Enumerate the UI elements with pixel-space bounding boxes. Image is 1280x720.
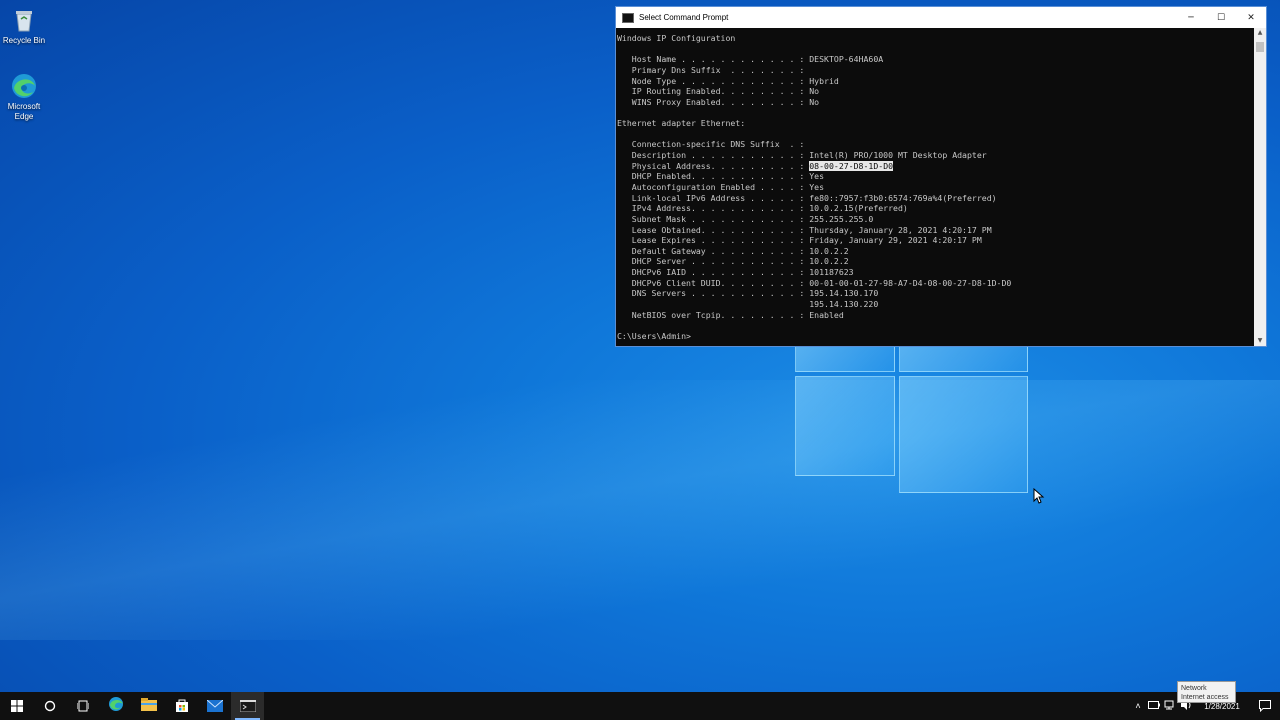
console-line: Ethernet adapter Ethernet: [617, 118, 746, 129]
mail-icon [206, 697, 223, 716]
console-line: DHCP Enabled. . . . . . . . . . . : Yes [617, 171, 825, 182]
scroll-up-icon[interactable]: ▲ [1254, 28, 1266, 38]
edge-icon [10, 72, 38, 100]
network-tooltip: Network Internet access [1177, 681, 1236, 703]
action-center-icon[interactable] [1250, 700, 1280, 712]
console-line: NetBIOS over Tcpip. . . . . . . . : Enab… [617, 309, 844, 320]
taskbar-file-explorer-button[interactable] [132, 692, 165, 720]
console-line: Subnet Mask . . . . . . . . . . . : 255.… [617, 213, 874, 224]
scrollbar-thumb[interactable] [1256, 42, 1264, 52]
console-line: Lease Obtained. . . . . . . . . . : Thur… [617, 224, 992, 235]
console-line: Windows IP Configuration [617, 33, 736, 43]
console-line: Autoconfiguration Enabled . . . . : Yes [617, 181, 825, 192]
network-icon[interactable] [1162, 700, 1178, 712]
command-prompt-window[interactable]: Select Command Prompt ─ ☐ ✕ Windows IP C… [615, 6, 1267, 347]
console-line: Node Type . . . . . . . . . . . . : Hybr… [617, 75, 839, 86]
console-line: Connection-specific DNS Suffix . : [617, 139, 805, 150]
tooltip-status: Internet access [1181, 694, 1229, 701]
window-title: Select Command Prompt [639, 13, 729, 22]
console-line: Host Name . . . . . . . . . . . . : DESK… [617, 54, 884, 65]
vertical-scrollbar[interactable]: ▲ ▼ [1254, 28, 1266, 346]
folder-icon [140, 697, 157, 716]
minimize-button[interactable]: ─ [1176, 7, 1206, 28]
desktop-icon-edge[interactable]: Microsoft Edge [0, 72, 48, 122]
wallpaper-light-beam [0, 380, 1280, 640]
console-line: Physical Address. . . . . . . . . : 08-0… [617, 160, 894, 171]
console-output[interactable]: Windows IP Configuration Host Name . . .… [617, 28, 1254, 346]
scroll-down-icon[interactable]: ▼ [1254, 336, 1266, 346]
wallpaper-windows-logo [795, 345, 1028, 495]
console-line: IPv4 Address. . . . . . . . . . . : 10.0… [617, 203, 908, 214]
tooltip-title: Network [1181, 685, 1207, 692]
console-line: IP Routing Enabled. . . . . . . . : No [617, 86, 820, 97]
windows-start-icon [10, 697, 23, 716]
close-button[interactable]: ✕ [1236, 7, 1266, 28]
console-line: DHCP Server . . . . . . . . . . . : 10.0… [617, 256, 849, 267]
task-view-button[interactable] [66, 692, 99, 720]
chevron-up-icon[interactable]: ˄ [1130, 701, 1146, 711]
search-button[interactable] [33, 692, 66, 720]
search-circle-icon [44, 697, 56, 716]
recycle-bin-icon [10, 6, 38, 34]
console-line: 195.14.130.220 [617, 299, 879, 310]
store-bag-icon [175, 697, 189, 716]
console-line: Primary Dns Suffix . . . . . . . : [617, 64, 805, 75]
taskbar-edge-button[interactable] [99, 692, 132, 720]
console-line: C:\Users\Admin> [617, 330, 691, 341]
terminal-icon [622, 12, 634, 23]
terminal-icon [239, 697, 256, 716]
console-line: WINS Proxy Enabled. . . . . . . . : No [617, 96, 820, 107]
console-line: Description . . . . . . . . . . . : Inte… [617, 150, 987, 161]
taskbar-command-prompt-button[interactable] [231, 692, 264, 720]
console-line: Link-local IPv6 Address . . . . . : fe80… [617, 192, 997, 203]
taskbar-store-button[interactable] [165, 692, 198, 720]
battery-icon[interactable] [1146, 701, 1162, 711]
desktop-icon-label: Recycle Bin [2, 36, 46, 45]
desktop-icon-label: Microsoft Edge [7, 102, 41, 121]
console-line: DHCPv6 Client DUID. . . . . . . . : 00-0… [617, 277, 1012, 288]
console-line: DHCPv6 IAID . . . . . . . . . . . : 1011… [617, 267, 854, 278]
maximize-button[interactable]: ☐ [1206, 7, 1236, 28]
selected-physical-address[interactable]: 08-00-27-D8-1D-D0 [809, 160, 894, 171]
window-titlebar[interactable]: Select Command Prompt ─ ☐ ✕ [616, 7, 1266, 28]
taskbar: ˄ 1/28/2021 [0, 692, 1280, 720]
taskbar-mail-button[interactable] [198, 692, 231, 720]
desktop-icon-recycle-bin[interactable]: Recycle Bin [0, 6, 48, 46]
console-line: Lease Expires . . . . . . . . . . : Frid… [617, 235, 982, 246]
start-button[interactable] [0, 692, 33, 720]
edge-icon [108, 696, 124, 716]
task-view-icon [76, 697, 89, 716]
console-line: Default Gateway . . . . . . . . . : 10.0… [617, 245, 849, 256]
console-line: DNS Servers . . . . . . . . . . . : 195.… [617, 288, 879, 299]
